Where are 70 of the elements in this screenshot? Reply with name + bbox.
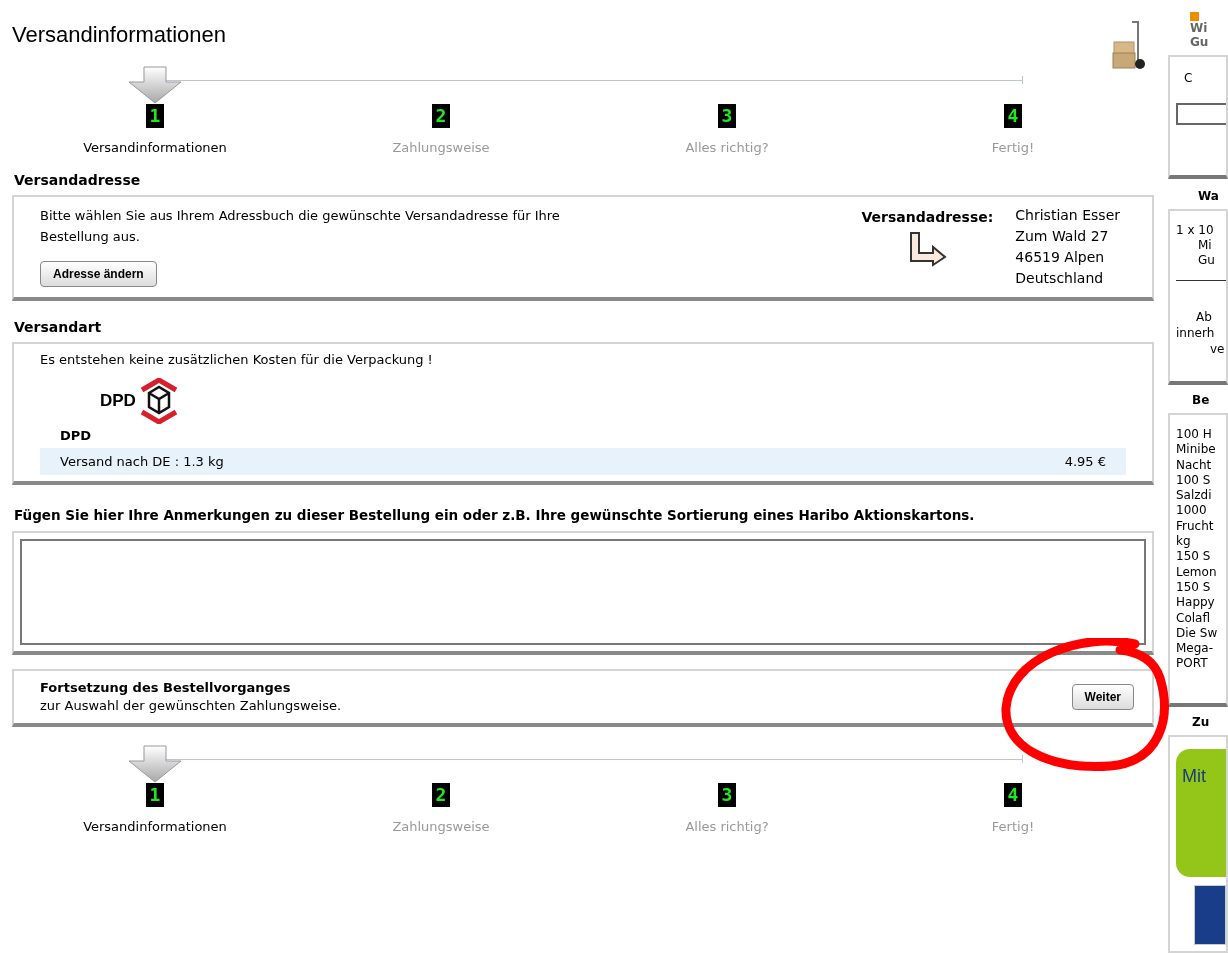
order-item-text: 1000 xyxy=(1176,503,1208,519)
sidebar-text: Gu xyxy=(1190,35,1210,49)
continue-subtitle: zur Auswahl der gewünschten Zahlungsweise. xyxy=(40,697,342,716)
sidebar-heading: Zu xyxy=(1192,714,1211,731)
order-item-text: 150 S xyxy=(1176,549,1212,565)
order-item-text: Colafl xyxy=(1176,610,1211,626)
continue-button[interactable]: Weiter xyxy=(1071,684,1134,711)
order-item-text: 100 H xyxy=(1176,427,1213,443)
sidebar-heading: Be xyxy=(1192,392,1211,409)
order-item-text: Happy xyxy=(1176,595,1216,611)
order-item-text: Lemon xyxy=(1176,564,1218,580)
step-label: Fertig! xyxy=(991,139,1035,157)
step-label: Versandinformationen xyxy=(83,818,227,837)
address-line: Deutschland xyxy=(1015,268,1105,288)
order-item-text: kg xyxy=(1176,534,1192,550)
down-arrow-icon xyxy=(128,66,182,104)
step-label: Alles richtig? xyxy=(685,139,769,157)
comments-field[interactable] xyxy=(20,539,1146,646)
cart-item-text: 1 x 10 xyxy=(1176,223,1215,238)
cart-item-text: Gu xyxy=(1198,253,1216,268)
carrier-name: DPD xyxy=(60,426,93,445)
packaging-note: Es entstehen keine zusätzlichen Kosten für die Verpackung ! xyxy=(40,350,434,369)
order-item-text: PORT xyxy=(1176,656,1209,672)
step-number: 4 xyxy=(1004,104,1022,128)
down-arrow-icon xyxy=(128,745,182,784)
dpd-logo: DPD xyxy=(100,389,136,412)
section-heading: Versandart xyxy=(14,317,103,337)
sidebar-text: Wi xyxy=(1190,21,1209,35)
search-field[interactable] xyxy=(1176,103,1226,125)
page-title: Versandinformationen xyxy=(12,21,227,49)
order-item-text: Nacht xyxy=(1176,457,1213,473)
section-heading: Fügen Sie hier Ihre Anmerkungen zu dieser Bestellung ein oder z.B. Ihre gewünschte Sortierung eines Haribo Aktionskartons. xyxy=(14,506,976,525)
step-number: 2 xyxy=(432,104,450,128)
order-item-text: Frucht xyxy=(1176,518,1215,535)
order-item-text: 150 S xyxy=(1176,579,1212,596)
address-label: Versandadresse: xyxy=(861,207,994,227)
change-address-button[interactable]: Adresse ändern xyxy=(40,260,157,287)
address-instructions: Bitte wählen Sie aus Ihrem Adressbuch die gewünschte Versandadresse für Ihre Bestellung aus. xyxy=(40,206,561,246)
order-item-text: Die Sw xyxy=(1176,625,1219,642)
step-number: 1 xyxy=(146,783,164,808)
step-label: Zahlungsweise xyxy=(392,139,490,157)
address-line: Zum Wald 27 xyxy=(1015,226,1110,246)
address-line: 46519 Alpen xyxy=(1015,247,1106,267)
section-heading: Versandadresse xyxy=(14,170,142,190)
cart-note-text: Ab xyxy=(1196,309,1213,325)
turn-arrow-icon xyxy=(907,230,948,267)
sidebar-text: C xyxy=(1184,70,1194,87)
banner-text: Mit xyxy=(1182,766,1206,786)
step-label: Alles richtig? xyxy=(685,818,769,837)
step-number: 4 xyxy=(1004,783,1022,808)
sidebar-heading: Wa xyxy=(1198,188,1220,205)
step-number: 1 xyxy=(146,104,164,128)
step-label: Zahlungsweise xyxy=(392,818,490,837)
bullet-icon xyxy=(1190,12,1199,21)
cart-note-text: innerh xyxy=(1176,325,1216,341)
rate-label: Versand nach DE : 1.3 kg xyxy=(60,452,224,471)
address-line: Christian Esser xyxy=(1015,205,1120,225)
step-number: 3 xyxy=(718,783,736,808)
rate-price: 4.95 € xyxy=(1064,452,1106,471)
cart-item-text: Mi xyxy=(1198,238,1213,253)
step-label: Fertig! xyxy=(991,818,1035,837)
step-number: 2 xyxy=(432,783,450,808)
cart-note-text: ve xyxy=(1210,341,1226,357)
step-number: 3 xyxy=(718,104,736,128)
order-item-text: 100 S xyxy=(1176,472,1212,489)
order-item-text: Salzdi xyxy=(1176,488,1213,504)
order-item-text: Mega- xyxy=(1176,641,1215,657)
step-label: Versandinformationen xyxy=(83,139,227,157)
order-item-text: Minibe xyxy=(1176,442,1217,458)
continue-title: Fortsetzung des Bestellvorganges xyxy=(40,679,292,698)
